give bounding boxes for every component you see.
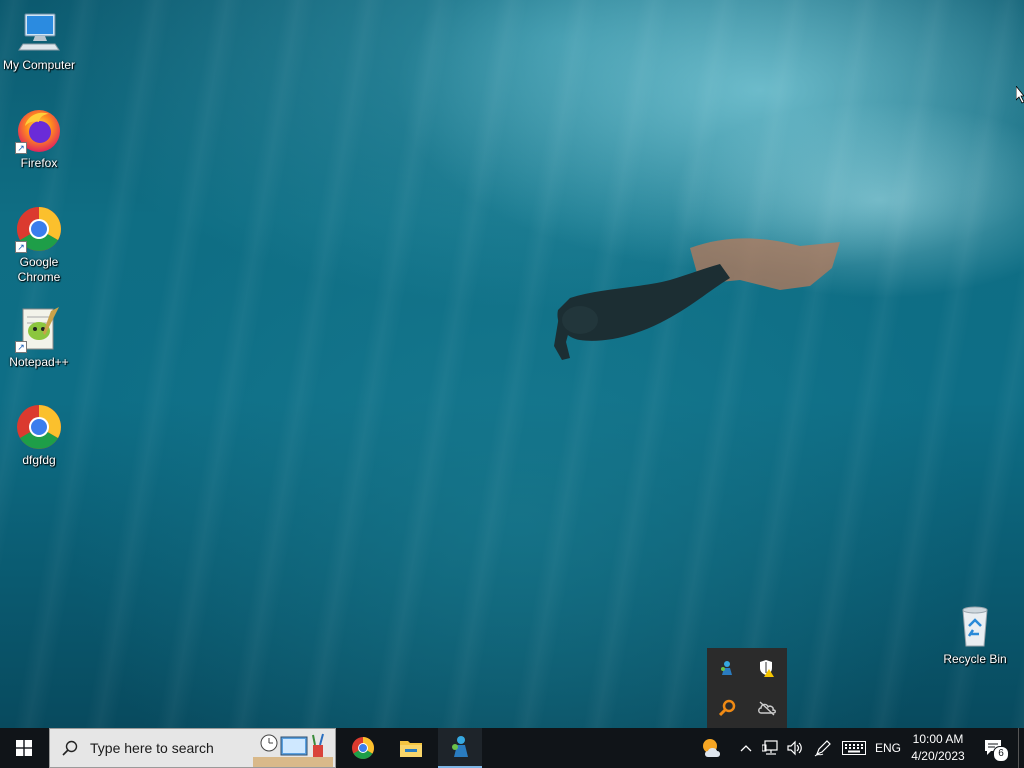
shortcut-arrow-icon: ↗	[15, 142, 27, 154]
chevron-up-icon	[740, 745, 752, 752]
language-indicator: ENG	[874, 741, 901, 755]
tray-volume[interactable]	[784, 728, 806, 768]
tray-pen-workspace[interactable]	[812, 728, 834, 768]
file-explorer-icon	[400, 741, 422, 757]
taskbar: Type here to search ENG 10:00 AM 4/20/20…	[0, 728, 1024, 768]
desktop-icon-dfgfdg[interactable]: dfgfdg	[1, 403, 77, 468]
tray-network[interactable]	[760, 728, 782, 768]
desktop-icon-label: Google Chrome	[17, 255, 61, 284]
desktop-icon-label: Recycle Bin	[943, 652, 1007, 666]
tray-overflow-popup	[707, 648, 787, 728]
taskbar-search-box[interactable]: Type here to search	[49, 728, 336, 768]
clock-date: 4/20/2023	[911, 749, 965, 763]
taskbar-chrome[interactable]	[340, 728, 386, 768]
desktop-icon-notepadpp[interactable]: ↗ Notepad++	[1, 305, 77, 370]
action-center-button[interactable]: 6	[978, 728, 1009, 768]
security-warning-icon	[760, 660, 774, 677]
desktop-icon-firefox[interactable]: ↗ Firefox	[1, 106, 77, 171]
tray-popup-item-onedrive[interactable]	[747, 688, 787, 728]
app-icon	[452, 736, 468, 757]
desktop-icon-label: Firefox	[20, 156, 58, 170]
tray-clock[interactable]: 10:00 AM 4/20/2023	[903, 728, 973, 768]
chrome-icon	[352, 737, 374, 759]
notification-badge: 6	[993, 746, 1009, 762]
taskbar-active-app[interactable]	[438, 728, 482, 768]
network-app-icon	[721, 661, 732, 675]
start-button[interactable]	[0, 728, 48, 768]
pen-icon	[814, 740, 831, 757]
tray-popup-item-network-app[interactable]	[707, 648, 747, 688]
clock-time: 10:00 AM	[912, 732, 964, 746]
taskbar-file-explorer[interactable]	[388, 728, 434, 768]
onedrive-off-icon	[758, 701, 776, 716]
tray-weather[interactable]	[697, 728, 727, 768]
desktop-icon-recycle-bin[interactable]: Recycle Bin	[937, 602, 1013, 667]
recycle-bin-icon	[962, 606, 988, 647]
light-rays	[0, 0, 1024, 728]
wallpaper-diver	[554, 238, 840, 360]
search-placeholder: Type here to search	[90, 740, 214, 756]
desktop-background: My Computer ↗ Firefox ↗ Google Chrome ↗ …	[0, 0, 1024, 728]
tray-touch-keyboard[interactable]	[840, 728, 868, 768]
shortcut-arrow-icon: ↗	[15, 241, 27, 253]
tray-popup-item-search-tool[interactable]	[707, 688, 747, 728]
tray-show-hidden-icons[interactable]	[737, 728, 755, 768]
mouse-cursor-icon	[1016, 86, 1024, 104]
shortcut-arrow-icon: ↗	[15, 341, 27, 353]
windows-logo-icon	[16, 740, 32, 756]
search-icon	[62, 740, 78, 756]
network-icon	[762, 740, 778, 755]
desktop-icon-my-computer[interactable]: My Computer	[1, 8, 77, 73]
speaker-icon	[787, 740, 802, 756]
desktop-icon-label: My Computer	[2, 58, 76, 72]
desktop-icon-label: Notepad++	[9, 355, 69, 369]
search-tool-icon	[718, 699, 736, 717]
chrome-icon	[17, 405, 61, 449]
search-highlight-illustration-icon	[253, 733, 333, 767]
tray-language[interactable]: ENG	[872, 728, 904, 768]
show-desktop-button[interactable]	[1018, 728, 1024, 768]
desktop-icon-google-chrome[interactable]: ↗ Google Chrome	[1, 205, 77, 285]
tray-popup-item-security[interactable]	[747, 648, 787, 688]
computer-icon	[18, 13, 60, 51]
keyboard-icon	[842, 741, 866, 755]
desktop-icon-label: dfgfdg	[22, 453, 56, 467]
weather-icon	[703, 739, 720, 757]
